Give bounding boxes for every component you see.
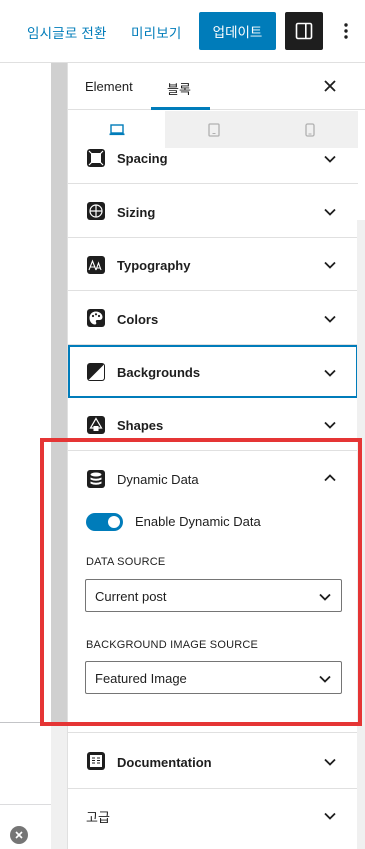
remove-button[interactable] bbox=[10, 826, 28, 844]
data-source-select[interactable]: Current post bbox=[85, 579, 342, 612]
settings-toggle-button[interactable] bbox=[285, 12, 323, 50]
close-icon bbox=[324, 80, 336, 92]
chevron-down-icon bbox=[324, 421, 336, 429]
close-icon bbox=[15, 831, 23, 839]
palette-icon bbox=[87, 309, 105, 327]
dynamic-data-toggle[interactable] bbox=[86, 513, 123, 531]
device-tablet-button[interactable] bbox=[165, 111, 262, 148]
panel-shapes-label: Shapes bbox=[117, 418, 164, 433]
chevron-down-icon bbox=[319, 593, 331, 601]
typography-icon bbox=[87, 256, 105, 274]
panel-advanced[interactable]: 고급 bbox=[68, 789, 358, 844]
device-switcher bbox=[68, 111, 358, 148]
update-button[interactable]: 업데이트 bbox=[199, 12, 276, 50]
chevron-down-icon bbox=[324, 369, 336, 377]
chevron-down-icon bbox=[324, 812, 336, 820]
tab-block[interactable]: 블록 bbox=[167, 79, 191, 98]
panel-typography-label: Typography bbox=[117, 258, 191, 273]
panel-sizing-label: Sizing bbox=[117, 205, 156, 220]
settings-sidebar: Element 블록 Spacing Sizing Typography Col… bbox=[67, 63, 365, 849]
panel-typography[interactable]: Typography bbox=[68, 238, 358, 291]
divider bbox=[0, 722, 51, 723]
panel-dynamic-data: Dynamic Data Enable Dynamic Data DATA SO… bbox=[68, 451, 358, 733]
device-mobile-button[interactable] bbox=[262, 111, 358, 148]
dynamic-data-toggle-label: Enable Dynamic Data bbox=[135, 514, 261, 529]
tablet-icon bbox=[207, 122, 220, 137]
switch-to-draft-button[interactable]: 임시글로 전환 bbox=[27, 22, 107, 42]
active-tab-indicator bbox=[151, 107, 210, 110]
mobile-icon bbox=[305, 122, 315, 137]
documentation-icon bbox=[87, 752, 105, 770]
shapes-icon bbox=[87, 416, 105, 434]
desktop-icon bbox=[109, 123, 124, 135]
panel-documentation-label: Documentation bbox=[117, 755, 212, 770]
panel-colors-label: Colors bbox=[117, 312, 159, 327]
device-desktop-button[interactable] bbox=[68, 111, 165, 148]
chevron-down-icon bbox=[324, 315, 336, 323]
panel-spacing-label: Spacing bbox=[117, 151, 168, 166]
chevron-down-icon bbox=[324, 261, 336, 269]
panel-dynamic-data-label[interactable]: Dynamic Data bbox=[117, 472, 199, 487]
chevron-down-icon bbox=[324, 155, 336, 163]
panel-advanced-label: 고급 bbox=[86, 810, 110, 825]
background-image-source-value: Featured Image bbox=[95, 671, 187, 686]
chevron-down-icon bbox=[319, 675, 331, 683]
options-button[interactable] bbox=[336, 18, 356, 44]
panel-spacing[interactable]: Spacing bbox=[68, 148, 358, 184]
panel-shapes[interactable]: Shapes bbox=[68, 398, 358, 451]
editor-canvas bbox=[0, 63, 51, 849]
sidebar-tabs: Element 블록 bbox=[68, 63, 365, 110]
data-source-label: DATA SOURCE bbox=[86, 556, 166, 568]
preview-button[interactable]: 미리보기 bbox=[131, 22, 181, 42]
chevron-down-icon bbox=[324, 208, 336, 216]
close-sidebar-button[interactable] bbox=[321, 77, 339, 95]
panel-backgrounds-label: Backgrounds bbox=[117, 365, 201, 380]
sizing-icon bbox=[87, 202, 105, 220]
panel-colors[interactable]: Colors bbox=[68, 291, 358, 345]
panel-toggle-icon bbox=[295, 22, 313, 40]
data-source-value: Current post bbox=[95, 589, 167, 604]
chevron-down-icon bbox=[324, 758, 336, 766]
panel-backgrounds[interactable]: Backgrounds bbox=[68, 345, 358, 398]
editor-header: 임시글로 전환 미리보기 업데이트 bbox=[0, 0, 365, 63]
background-image-source-label: BACKGROUND IMAGE SOURCE bbox=[86, 639, 259, 651]
database-icon bbox=[87, 470, 105, 488]
backgrounds-icon bbox=[87, 363, 105, 381]
panel-sizing[interactable]: Sizing bbox=[68, 184, 358, 238]
spacing-icon bbox=[87, 149, 105, 167]
tab-element[interactable]: Element bbox=[85, 79, 133, 94]
editor-scrollbar-thumb[interactable] bbox=[51, 63, 67, 726]
panel-documentation[interactable]: Documentation bbox=[68, 733, 358, 789]
sidebar-scrollbar[interactable] bbox=[357, 220, 365, 849]
background-image-source-select[interactable]: Featured Image bbox=[85, 661, 342, 694]
toggle-knob bbox=[108, 516, 120, 528]
more-vertical-icon bbox=[344, 23, 348, 39]
chevron-up-icon[interactable] bbox=[323, 471, 337, 485]
divider bbox=[0, 804, 51, 805]
